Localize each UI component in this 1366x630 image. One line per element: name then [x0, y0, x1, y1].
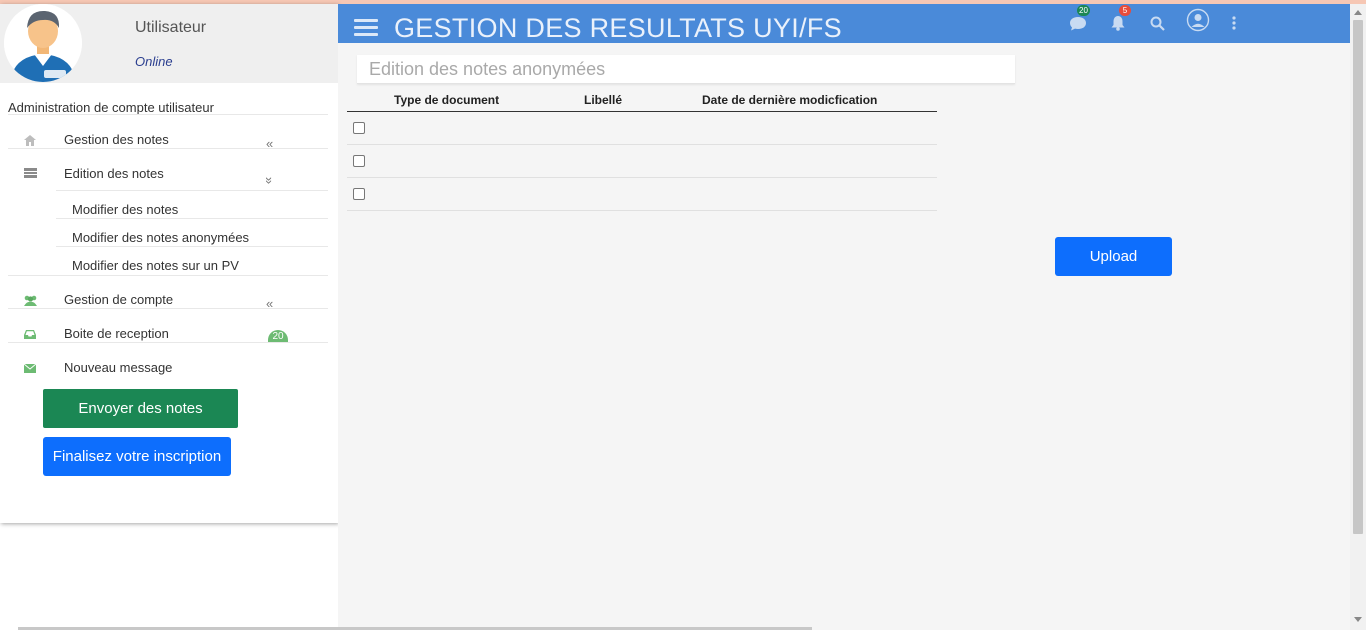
section-title: Administration de compte utilisateur	[8, 100, 214, 115]
sidebar-item-gestion-compte[interactable]: Gestion de compte «	[8, 292, 328, 322]
sidebar-item-label: Edition des notes	[64, 166, 164, 181]
sidebar-item-label: Boite de reception	[64, 326, 169, 341]
row-checkbox[interactable]	[353, 121, 365, 134]
app-title: GESTION DES RESULTATS UYI/FS	[394, 13, 842, 43]
vertical-scrollbar[interactable]	[1350, 4, 1366, 630]
send-notes-button[interactable]: Envoyer des notes	[43, 389, 238, 428]
submenu-item-modifier-notes-anonymees[interactable]: Modifier des notes anonymées	[72, 230, 249, 245]
table-row	[347, 111, 937, 145]
divider	[8, 275, 328, 276]
search-icon[interactable]	[1146, 12, 1168, 34]
table-header-row: Type de document Libellé Date de dernièr…	[347, 89, 937, 112]
main-content: Type de document Libellé Date de dernièr…	[338, 43, 1350, 630]
documents-table: Type de document Libellé Date de dernièr…	[347, 89, 937, 211]
menu-icon[interactable]	[354, 19, 378, 37]
divider	[56, 190, 328, 191]
user-name: Utilisateur	[135, 19, 207, 36]
table-header-libelle: Libellé	[584, 89, 702, 112]
submenu-item-modifier-notes[interactable]: Modifier des notes	[72, 202, 178, 217]
more-vertical-icon[interactable]	[1223, 12, 1245, 34]
avatar-image	[4, 4, 82, 82]
table-header-date: Date de dernière modicfication	[702, 89, 937, 112]
notifications-badge: 5	[1119, 5, 1131, 16]
scroll-up-arrow-icon[interactable]	[1354, 10, 1362, 15]
user-icon[interactable]	[1186, 8, 1210, 32]
search-input[interactable]	[357, 55, 1015, 83]
chevron-down-icon[interactable]: »	[262, 177, 277, 184]
search-box	[357, 55, 1015, 84]
app-header: GESTION DES RESULTATS UYI/FS 20 5	[338, 4, 1350, 43]
envelope-icon	[22, 360, 38, 376]
table-row	[347, 177, 937, 211]
sidebar-item-label: Gestion de compte	[64, 292, 174, 307]
table-row	[347, 144, 937, 178]
divider	[8, 148, 328, 149]
table-header-type: Type de document	[394, 89, 584, 112]
table-header-select	[347, 89, 394, 112]
sidebar-item-label: Gestion des notes	[64, 132, 169, 147]
upload-button[interactable]: Upload	[1055, 237, 1172, 276]
sidebar: Utilisateur Online Administration de com…	[0, 4, 338, 523]
divider	[56, 246, 328, 247]
divider	[8, 114, 328, 115]
sidebar-item-nouveau-message[interactable]: Nouveau message	[8, 360, 328, 390]
divider	[8, 308, 328, 309]
messages-badge: 20	[1077, 5, 1090, 16]
sidebar-item-label: Nouveau message	[64, 360, 173, 375]
user-status: Online	[135, 54, 173, 69]
finalize-registration-button[interactable]: Finalisez votre inscription	[43, 437, 231, 476]
home-icon	[22, 132, 38, 148]
list-icon	[22, 165, 38, 181]
avatar[interactable]	[4, 4, 82, 82]
inbox-icon	[22, 326, 38, 342]
users-icon	[22, 292, 38, 308]
scroll-down-arrow-icon[interactable]	[1354, 617, 1362, 622]
row-checkbox[interactable]	[353, 154, 365, 167]
profile-panel: Utilisateur Online	[0, 4, 338, 83]
sidebar-item-gestion-notes[interactable]: Gestion des notes «	[8, 132, 328, 162]
divider	[8, 342, 328, 343]
row-checkbox[interactable]	[353, 187, 365, 200]
scrollbar-thumb[interactable]	[1353, 20, 1363, 534]
submenu-item-modifier-notes-pv[interactable]: Modifier des notes sur un PV	[72, 258, 239, 273]
divider	[56, 218, 328, 219]
